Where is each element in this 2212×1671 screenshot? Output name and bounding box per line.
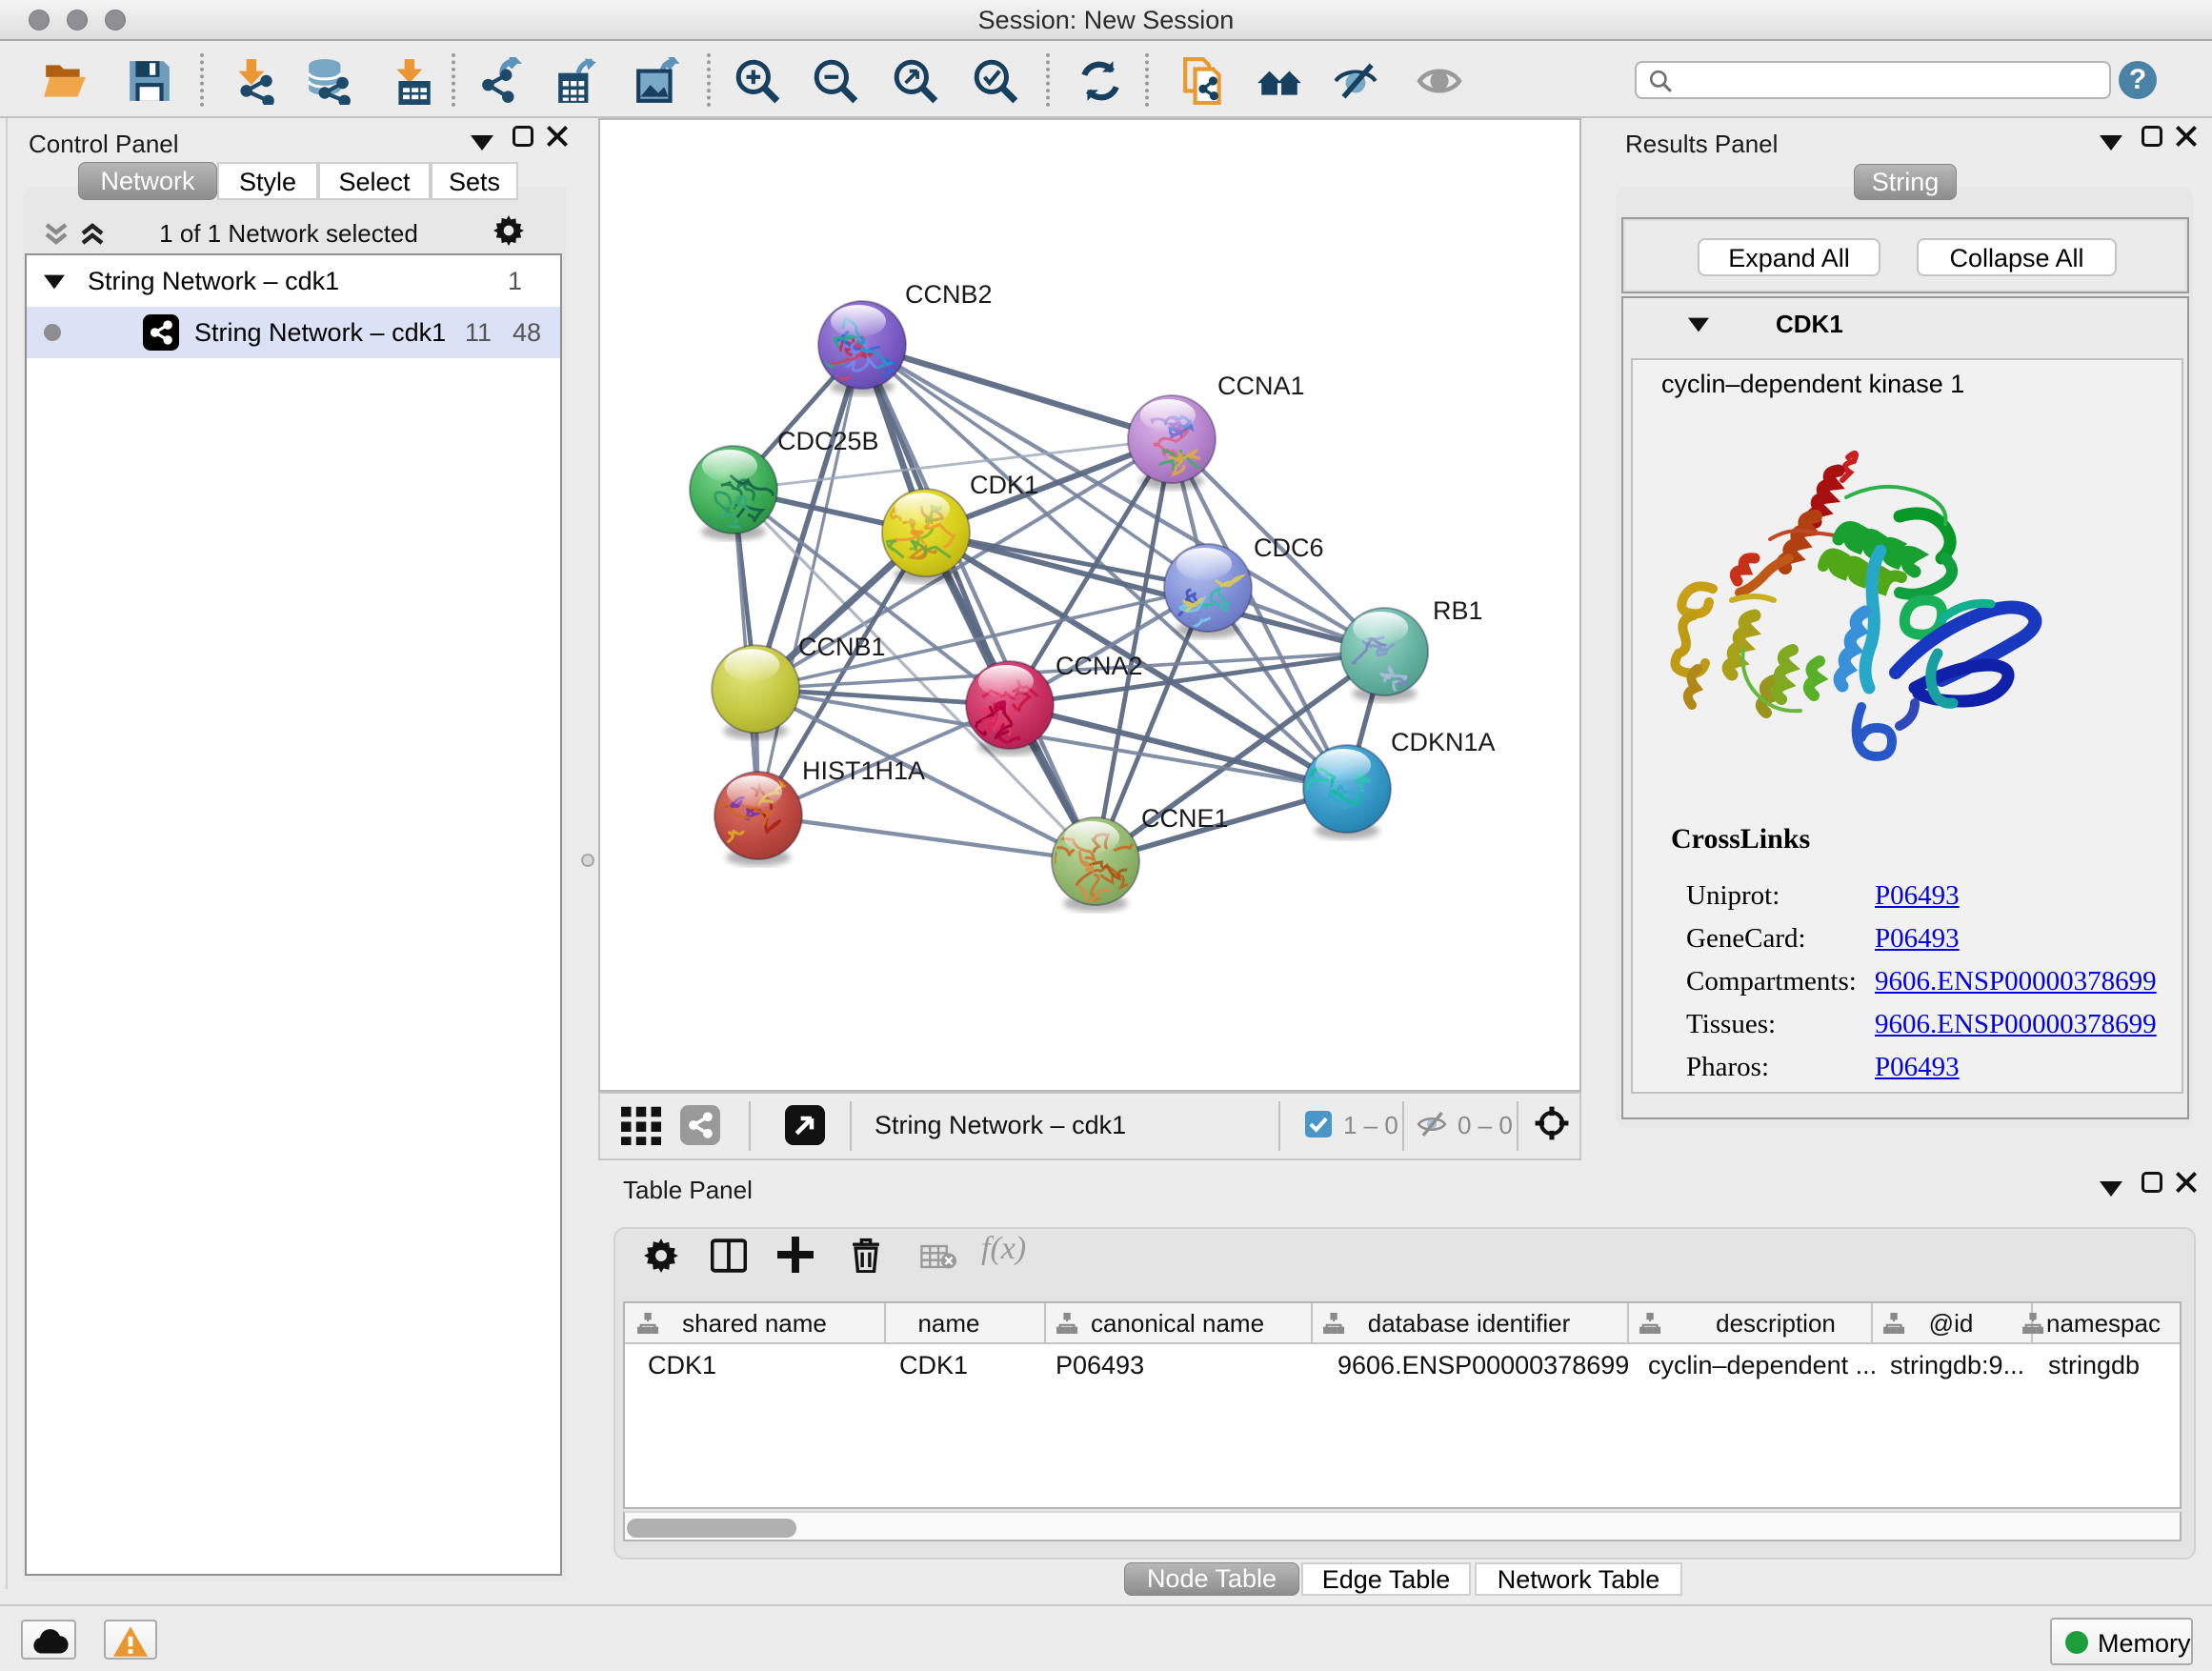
svg-text:CCNA2: CCNA2 [1056, 652, 1143, 680]
svg-text:CDK1: CDK1 [970, 471, 1038, 499]
svg-text:CDC25B: CDC25B [777, 427, 879, 455]
svg-text:CCNB2: CCNB2 [905, 280, 993, 309]
svg-text:HIST1H1A: HIST1H1A [802, 756, 925, 785]
svg-text:CCNA1: CCNA1 [1217, 372, 1305, 400]
svg-text:RB1: RB1 [1433, 596, 1483, 625]
svg-text:CCNB1: CCNB1 [798, 633, 886, 661]
svg-text:CCNE1: CCNE1 [1141, 804, 1229, 833]
svg-text:CDC6: CDC6 [1254, 534, 1324, 562]
svg-text:CDKN1A: CDKN1A [1391, 728, 1496, 756]
